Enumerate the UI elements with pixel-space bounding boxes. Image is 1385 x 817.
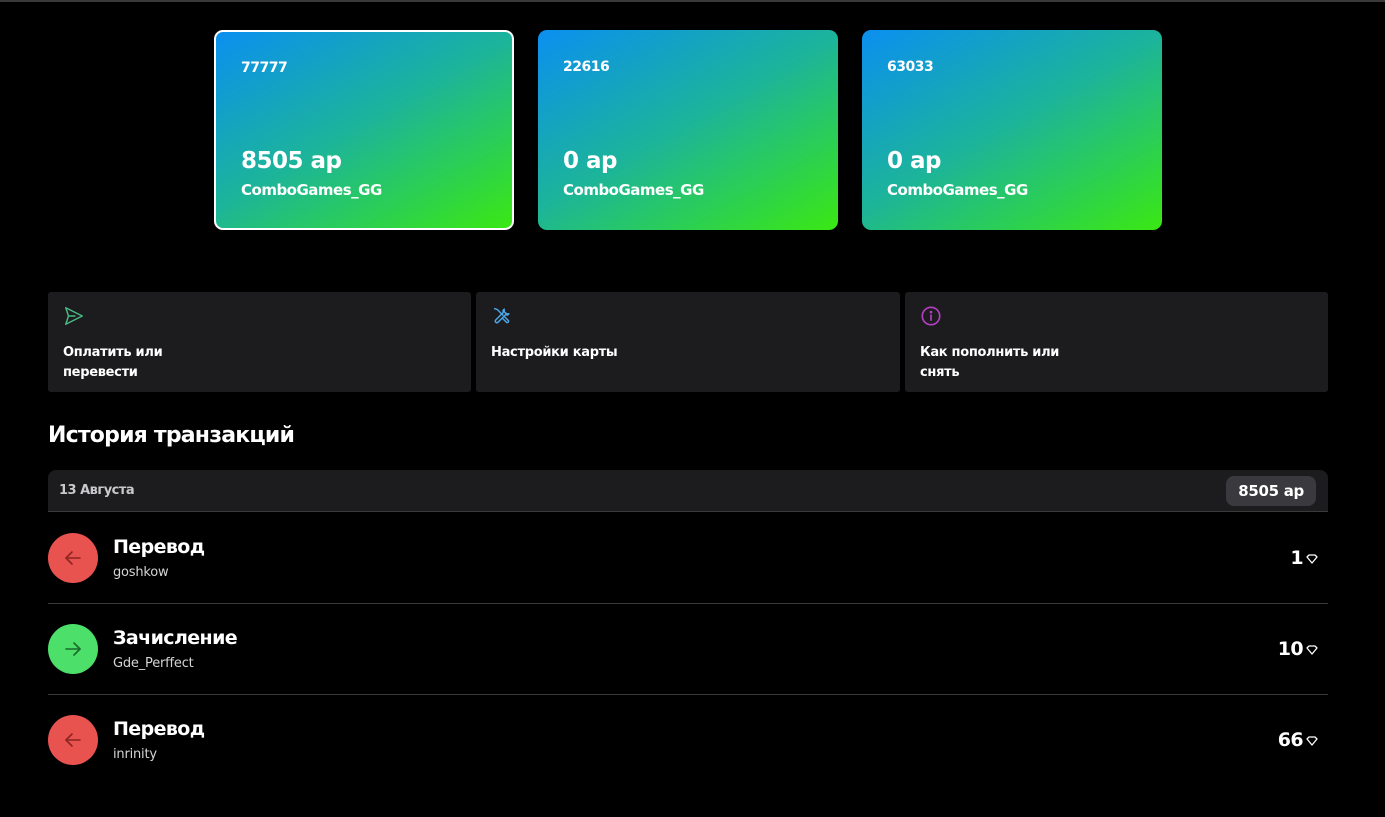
transaction-row[interactable]: Зачисление Gde_Perffect 10: [48, 604, 1328, 695]
how-to-topup-label: Как пополнить или снять: [920, 345, 1060, 380]
how-to-topup-button[interactable]: Как пополнить или снять: [905, 292, 1328, 392]
transaction-user: Gde_Perffect: [113, 656, 194, 671]
card-22616[interactable]: 22616 0 ар ComboGames_GG: [538, 30, 838, 230]
transaction-user: goshkow: [113, 565, 169, 580]
card-number: 63033: [887, 59, 934, 75]
card-balance: 8505 ар: [241, 148, 342, 174]
pay-or-transfer-label: Оплатить или перевести: [63, 345, 163, 380]
card-owner: ComboGames_GG: [887, 181, 1028, 199]
amount-value: 66: [1277, 729, 1304, 751]
transaction-row[interactable]: Перевод goshkow 1: [48, 513, 1328, 604]
tools-icon: [491, 305, 513, 327]
transaction-amount: 1: [1290, 547, 1318, 569]
transaction-type: Перевод: [113, 718, 205, 740]
transaction-user: inrinity: [113, 747, 157, 762]
transaction-type: Зачисление: [113, 627, 238, 649]
info-icon: [920, 305, 942, 327]
transaction-type: Перевод: [113, 536, 205, 558]
transaction-amount: 10: [1278, 638, 1318, 660]
diamond-icon: [1306, 553, 1318, 564]
diamond-icon: [1306, 644, 1318, 655]
card-77777[interactable]: 77777 8505 ар ComboGames_GG: [214, 30, 514, 230]
amount-value: 10: [1277, 638, 1304, 660]
top-divider: [0, 0, 1385, 2]
amount-value: 1: [1290, 547, 1303, 569]
card-actions: Оплатить или перевести Настройки карты К…: [48, 292, 1328, 392]
cards-row: 77777 8505 ар ComboGames_GG 22616 0 ар C…: [214, 30, 1162, 230]
outgoing-transfer-icon: [48, 533, 98, 583]
card-number: 77777: [241, 60, 288, 76]
date-header: 13 Августа 8505 ар: [48, 470, 1328, 512]
card-owner: ComboGames_GG: [241, 181, 382, 199]
card-settings-label: Настройки карты: [491, 345, 618, 360]
transaction-list: Перевод goshkow 1 Зачисление Gde_Perffec…: [48, 513, 1328, 786]
outgoing-transfer-icon: [48, 715, 98, 765]
diamond-icon: [1306, 735, 1318, 746]
incoming-transfer-icon: [48, 624, 98, 674]
card-settings-button[interactable]: Настройки карты: [476, 292, 900, 392]
send-icon: [63, 305, 85, 327]
pay-or-transfer-button[interactable]: Оплатить или перевести: [48, 292, 471, 392]
day-total-badge: 8505 ар: [1226, 476, 1316, 506]
card-balance: 0 ар: [563, 148, 618, 174]
history-title: История транзакций: [48, 423, 295, 448]
card-owner: ComboGames_GG: [563, 181, 704, 199]
card-number: 22616: [563, 59, 610, 75]
card-63033[interactable]: 63033 0 ар ComboGames_GG: [862, 30, 1162, 230]
date-label: 13 Августа: [59, 483, 135, 498]
transaction-row[interactable]: Перевод inrinity 66: [48, 695, 1328, 786]
card-balance: 0 ар: [887, 148, 942, 174]
transaction-amount: 66: [1278, 729, 1318, 751]
